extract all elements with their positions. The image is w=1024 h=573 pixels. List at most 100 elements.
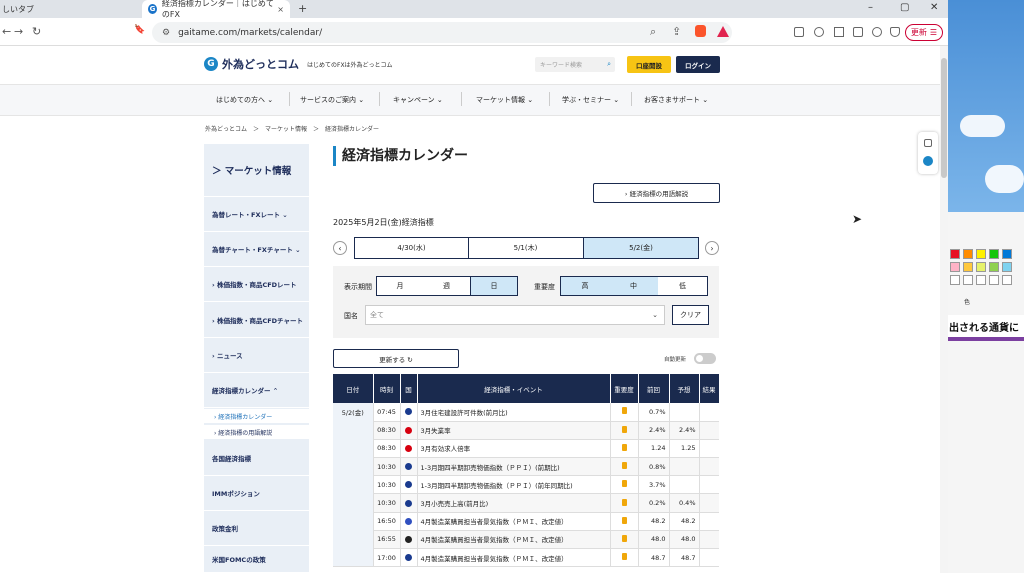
tab-active[interactable]: G 経済指標カレンダー｜はじめてのFX × bbox=[142, 0, 290, 19]
color-swatch[interactable] bbox=[989, 262, 999, 272]
color-swatch[interactable] bbox=[1002, 275, 1012, 285]
color-swatch[interactable] bbox=[1002, 262, 1012, 272]
new-tab-button[interactable]: + bbox=[298, 2, 307, 15]
color-swatch[interactable] bbox=[976, 262, 986, 272]
assistant-icon[interactable] bbox=[923, 156, 933, 166]
login-button[interactable]: ログイン bbox=[676, 56, 720, 73]
nav-market[interactable]: マーケット情報 ⌄ bbox=[476, 95, 533, 105]
sidebar-sub-glossary[interactable]: › 経済指標の用語解説 bbox=[204, 425, 309, 439]
event-cell[interactable]: 1-3月期四半期卸売物価指数（ＰＰＩ）(前年同期比) bbox=[417, 475, 611, 495]
nav-services[interactable]: サービスのご案内 ⌄ bbox=[300, 95, 364, 105]
sidebar-item-news[interactable]: › ニュース bbox=[204, 338, 309, 373]
glossary-button[interactable]: › 経済指標の用語解説 bbox=[593, 183, 720, 203]
refresh-button[interactable]: 更新する ↻ bbox=[333, 349, 459, 368]
forward-icon[interactable]: → bbox=[14, 25, 23, 38]
sidebar-item-cfd-chart[interactable]: › 株価指数・商品CFDチャート bbox=[204, 302, 309, 338]
country-select[interactable]: 全て ⌄ bbox=[365, 305, 665, 325]
scrollbar-thumb[interactable] bbox=[941, 58, 947, 178]
search-icon[interactable]: ⌕ bbox=[607, 60, 611, 69]
sidebar-item-indicators[interactable]: 各国経済指標 bbox=[204, 440, 309, 476]
date-tab-0501[interactable]: 5/1(木) bbox=[468, 237, 584, 259]
reload-icon[interactable]: ↻ bbox=[32, 25, 41, 38]
sidebar-item-rates[interactable]: 政策金利 bbox=[204, 511, 309, 546]
period-month[interactable]: 月 bbox=[376, 276, 424, 296]
leo-icon[interactable] bbox=[872, 27, 882, 37]
sidebar-toggle-icon[interactable] bbox=[834, 27, 844, 37]
nav-campaign[interactable]: キャンペーン ⌄ bbox=[393, 95, 443, 105]
minimize-icon[interactable]: – bbox=[868, 2, 873, 13]
table-header-row: 日付 時刻 国 経済指標・イベント 重要度 前回 予想 結果 bbox=[333, 374, 719, 403]
event-cell[interactable]: 4月製造業購買担当者景気指数（ＰＭＩ、改定値） bbox=[417, 530, 611, 550]
close-window-icon[interactable]: ✕ bbox=[930, 2, 938, 13]
time-cell: 10:30 bbox=[373, 493, 401, 513]
next-date-button[interactable]: › bbox=[705, 241, 719, 255]
prev-date-button[interactable]: ‹ bbox=[333, 241, 347, 255]
importance-mid[interactable]: 中 bbox=[609, 276, 659, 296]
color-swatch[interactable] bbox=[1002, 249, 1012, 259]
zoom-icon[interactable]: ⌕ bbox=[650, 25, 656, 39]
color-swatch[interactable] bbox=[950, 275, 960, 285]
auto-refresh-toggle[interactable] bbox=[694, 353, 716, 364]
event-cell[interactable]: 3月失業率 bbox=[417, 421, 611, 440]
event-cell[interactable]: 4月製造業購買担当者景気指数（ＰＭＩ、改定値） bbox=[417, 548, 611, 568]
brave-shield-icon[interactable] bbox=[695, 25, 706, 37]
brave-rewards-icon[interactable] bbox=[717, 26, 729, 37]
event-cell[interactable]: 3月小売売上高(前月比) bbox=[417, 493, 611, 513]
color-swatch[interactable] bbox=[950, 249, 960, 259]
color-swatch[interactable] bbox=[963, 275, 973, 285]
update-button[interactable]: 更新 ☰ bbox=[905, 24, 943, 41]
color-swatch[interactable] bbox=[950, 262, 960, 272]
site-info-icon[interactable]: ⚙ bbox=[162, 28, 170, 38]
bookmark-icon[interactable]: 🔖 bbox=[134, 25, 145, 35]
period-day[interactable]: 日 bbox=[470, 276, 518, 296]
color-swatch[interactable] bbox=[989, 275, 999, 285]
time-cell: 16:50 bbox=[373, 512, 401, 531]
maximize-icon[interactable]: ▢ bbox=[900, 2, 909, 13]
nav-support[interactable]: お客さまサポート ⌄ bbox=[644, 95, 708, 105]
floating-widget[interactable] bbox=[918, 132, 938, 174]
tab-previous[interactable]: しいタブ bbox=[0, 0, 110, 18]
period-week[interactable]: 週 bbox=[423, 276, 471, 296]
event-cell[interactable]: 3月有効求人倍率 bbox=[417, 439, 611, 459]
site-search-input[interactable]: キーワード検索 ⌕ bbox=[535, 57, 615, 72]
previous-cell: 0.7% bbox=[638, 403, 670, 422]
color-swatch[interactable] bbox=[963, 262, 973, 272]
table-row: 10:30 1-3月期四半期卸売物価指数（ＰＰＩ）(前年同期比) 3.7% bbox=[333, 475, 719, 495]
breadcrumb[interactable]: 外為どっとコム ＞ マーケット情報 ＞ 経済指標カレンダー bbox=[205, 124, 379, 133]
sidebar-item-fx-rate[interactable]: 為替レート・FXレート ⌄ bbox=[204, 197, 309, 232]
color-swatch[interactable] bbox=[976, 275, 986, 285]
importance-low[interactable]: 低 bbox=[658, 276, 708, 296]
sidebar-item-fx-chart[interactable]: 為替チャート・FXチャート ⌄ bbox=[204, 232, 309, 267]
extensions-puzzle-icon[interactable] bbox=[814, 27, 824, 37]
nav-beginners[interactable]: はじめての方へ ⌄ bbox=[216, 95, 273, 105]
sidebar-item-imm[interactable]: IMMポジション bbox=[204, 476, 309, 511]
date-tab-0502[interactable]: 5/2(金) bbox=[583, 237, 699, 259]
event-cell[interactable]: 1-3月期四半期卸売物価指数（ＰＰＩ）(前期比) bbox=[417, 457, 611, 477]
event-cell[interactable]: 3月住宅建設許可件数(前月比) bbox=[417, 403, 611, 422]
date-tab-0430[interactable]: 4/30(水) bbox=[354, 237, 469, 259]
sidebar-title[interactable]: ＞ マーケット情報 bbox=[204, 144, 309, 197]
sidebar-item-cfd-rate[interactable]: › 株価指数・商品CFDレート bbox=[204, 267, 309, 302]
sidebar-item-calendar[interactable]: 経済指標カレンダー ⌃ bbox=[204, 373, 309, 408]
close-tab-icon[interactable]: × bbox=[277, 5, 284, 14]
previous-cell: 3.7% bbox=[638, 475, 670, 495]
color-swatch[interactable] bbox=[976, 249, 986, 259]
translate-icon[interactable] bbox=[924, 139, 932, 147]
color-swatch[interactable] bbox=[989, 249, 999, 259]
wallet-icon[interactable] bbox=[853, 27, 863, 37]
extension-icon[interactable] bbox=[794, 27, 804, 37]
importance-high[interactable]: 高 bbox=[560, 276, 610, 296]
url-input[interactable]: ⚙ gaitame.com/markets/calendar/ bbox=[152, 22, 732, 43]
event-cell[interactable]: 4月製造業購買担当者景気指数（ＰＭＩ、改定値） bbox=[417, 512, 611, 531]
sidebar-item-fomc[interactable]: 米国FOMCの政策 bbox=[204, 546, 309, 573]
sidebar-sub-calendar[interactable]: › 経済指標カレンダー bbox=[204, 409, 309, 423]
open-account-button[interactable]: 口座開設 bbox=[627, 56, 671, 73]
previous-cell: 48.0 bbox=[638, 530, 670, 550]
vpn-icon[interactable] bbox=[890, 27, 900, 37]
back-icon[interactable]: ← bbox=[2, 25, 11, 38]
color-swatch[interactable] bbox=[963, 249, 973, 259]
clear-button[interactable]: クリア bbox=[672, 305, 709, 325]
site-logo[interactable]: G 外為どっとコム はじめてのFXは外為どっとコム bbox=[204, 56, 393, 72]
nav-learn[interactable]: 学ぶ・セミナー ⌄ bbox=[562, 95, 619, 105]
share-icon[interactable]: ⇪ bbox=[672, 25, 681, 38]
